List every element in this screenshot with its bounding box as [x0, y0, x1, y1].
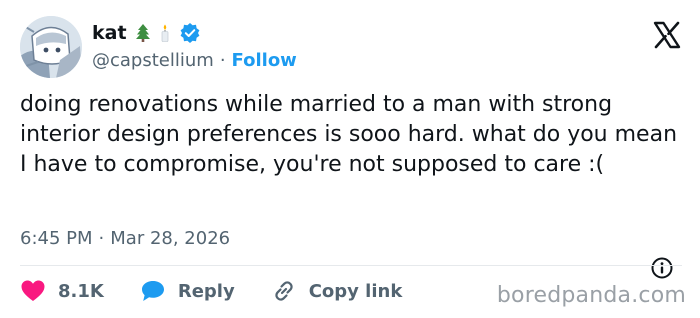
follow-button[interactable]: Follow: [232, 50, 297, 71]
like-button[interactable]: 8.1K: [20, 279, 104, 303]
author-handle[interactable]: @capstellium: [92, 50, 214, 71]
like-count: 8.1K: [58, 280, 104, 302]
reply-label: Reply: [177, 280, 235, 302]
tweet-time: 6:45 PM: [20, 228, 93, 249]
speech-bubble-icon: [141, 281, 164, 301]
handle-row: @capstellium · Follow: [92, 50, 297, 71]
tweet-text: doing renovations while married to a man…: [20, 92, 678, 177]
timestamp-separator: ·: [98, 228, 105, 249]
reply-button[interactable]: Reply: [140, 279, 235, 303]
copy-link-button[interactable]: Copy link: [271, 279, 403, 303]
avatar[interactable]: [20, 16, 82, 78]
info-icon[interactable]: [650, 256, 674, 280]
tweet-timestamp[interactable]: 6:45 PM · Mar 28, 2026: [20, 228, 230, 249]
link-icon: [275, 281, 293, 301]
verified-badge-icon: [180, 23, 199, 43]
handle-separator: ·: [219, 50, 226, 71]
name-row: kat: [92, 20, 297, 46]
tweet-date: Mar 28, 2026: [110, 228, 231, 249]
divider: [20, 265, 682, 266]
avatar-image: [20, 16, 82, 78]
author-info: kat @capstellium · Follow: [92, 20, 297, 71]
evergreen-tree-emoji-icon: [135, 24, 150, 42]
tweet-header: kat @capstellium · Follow: [20, 14, 682, 80]
tweet-actions: 8.1K Reply Copy link: [20, 276, 438, 306]
x-logo-icon[interactable]: [652, 20, 682, 50]
candle-emoji-icon: [161, 24, 168, 42]
heart-icon: [21, 280, 45, 301]
copy-link-label: Copy link: [308, 280, 403, 302]
display-name[interactable]: kat: [92, 22, 127, 44]
watermark: boredpanda.com: [496, 283, 686, 308]
